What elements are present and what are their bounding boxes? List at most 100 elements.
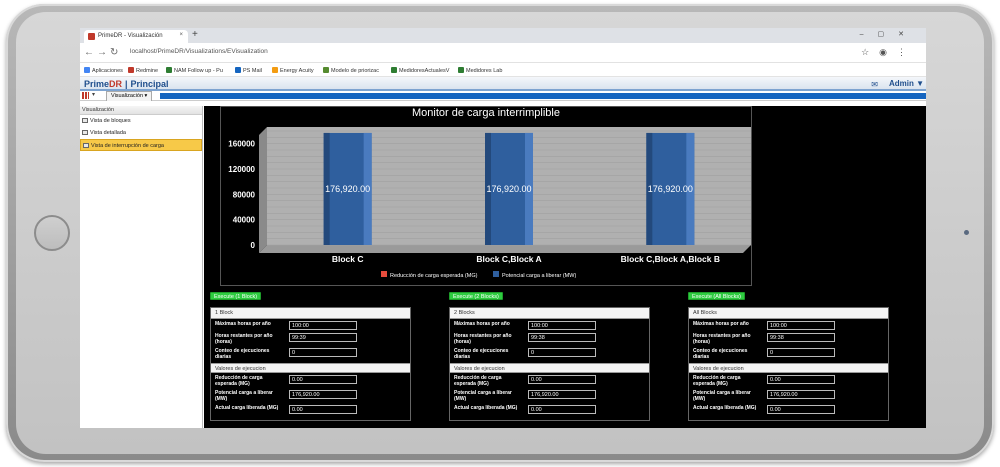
window-controls[interactable]: –▢✕ (860, 30, 918, 38)
address-bar: ← → ↻ localhost/PrimeDR/Visualizations/E… (80, 43, 926, 63)
sidebar-item-vista-bloques[interactable]: Vista de bloques (80, 115, 202, 127)
remaining-hours-row: Horas restantes por año (horas) 99:38 (689, 333, 888, 346)
reduction-field[interactable]: 0.00 (767, 375, 835, 384)
bar-data-label: 176,920.00 (325, 184, 370, 194)
remaining-hours-field[interactable]: 99:39 (289, 333, 357, 342)
browser-tab[interactable]: PrimeDR - Visualización × (84, 30, 188, 43)
bar-data-label: 176,920.00 (648, 184, 693, 194)
chevron-down-icon[interactable]: ▾ (92, 91, 95, 98)
remaining-hours-field[interactable]: 99:38 (528, 333, 596, 342)
bookmark-item[interactable]: Aplicaciones (84, 67, 123, 74)
bookmark-icon (391, 67, 397, 73)
bookmark-icon (323, 67, 329, 73)
legend-label: Potencial carga a liberar (MW) (502, 273, 576, 279)
y-tick-label: 40000 (233, 216, 256, 225)
sidebar-item-vista-detallada[interactable]: Vista detallada (80, 127, 202, 139)
reload-icon[interactable]: ↻ (110, 47, 118, 58)
legend-label: Reducción de carga esperada (MG) (390, 273, 478, 279)
bookmark-icon (458, 67, 464, 73)
app-header: PrimeDR | Principal ✉ Admin ▼ (80, 77, 926, 91)
x-category-label: Block C,Block A (476, 254, 541, 264)
actual-field[interactable]: 0.00 (767, 405, 835, 414)
reduction-field[interactable]: 0.00 (528, 375, 596, 384)
panel-card: All Blocks Máximas horas por año 100:00 H… (688, 307, 889, 421)
screen: PrimeDR - Visualización × + –▢✕ ← → ↻ lo… (80, 28, 926, 428)
actual-row: Actual carga liberada (MG) 0.00 (211, 405, 410, 418)
actual-field[interactable]: 0.00 (289, 405, 357, 414)
back-icon[interactable]: ← (84, 47, 94, 58)
browser-tab-bar: PrimeDR - Visualización × + –▢✕ (80, 28, 926, 43)
tab-visualizacion[interactable]: Visualización ▾ (106, 91, 153, 101)
reduction-row: Reducción de carga esperada (MG) 0.00 (211, 375, 410, 388)
bookmark-item[interactable]: Modelo de priorizac (323, 67, 379, 74)
chart-title: Monitor de carga interrimplible (412, 107, 560, 119)
potential-field[interactable]: 176,920.00 (289, 390, 357, 399)
potential-field[interactable]: 176,920.00 (767, 390, 835, 399)
exec-values-header: Valores de ejecucion (450, 363, 649, 373)
bookmark-item[interactable]: PS Mail (235, 67, 262, 74)
main-content: 0 40000 80000 120000 160000 176,920.00 Block C… (204, 106, 926, 428)
exec-count-field[interactable]: 0 (767, 348, 835, 357)
panel-card: 2 Blocks Máximas horas por año 100:00 Hor… (449, 307, 650, 421)
panel-header: 2 Blocks (450, 308, 649, 319)
mail-icon[interactable]: ✉ (871, 80, 878, 89)
plot-floor (259, 245, 751, 253)
execute-1-block-button[interactable]: Execute (1 Block) (210, 292, 262, 300)
reduction-row: Reducción de carga esperada (MG) 0.00 (689, 375, 888, 388)
apps-grid-icon[interactable] (82, 92, 89, 99)
user-menu[interactable]: Admin ▼ (889, 79, 924, 88)
new-tab-button[interactable]: + (192, 29, 198, 40)
legend-swatch (493, 271, 499, 277)
bookmark-item[interactable]: MedidoresActualesV (391, 67, 449, 74)
load-monitor-chart: 0 40000 80000 120000 160000 176,920.00 Block C… (220, 106, 752, 286)
potential-row: Potencial carga a liberar (MW) 176,920.00 (450, 390, 649, 403)
app-toolbar: ▾ Visualización ▾ (80, 91, 926, 101)
bookmark-icon (235, 67, 241, 73)
x-category-label: Block C,Block A,Block B (621, 254, 720, 264)
max-hours-field[interactable]: 100:00 (528, 321, 596, 330)
y-tick-label: 160000 (228, 140, 255, 149)
bookmark-star-icon[interactable]: ☆◉⋮ (861, 47, 916, 58)
remaining-hours-field[interactable]: 99:38 (767, 333, 835, 342)
favicon-icon (88, 33, 95, 40)
bookmark-icon (84, 67, 90, 73)
actual-field[interactable]: 0.00 (528, 405, 596, 414)
bookmark-item[interactable]: Redmine (128, 67, 158, 74)
potential-field[interactable]: 176,920.00 (528, 390, 596, 399)
execute-all-blocks-button[interactable]: Execute (All Blocks) (688, 292, 745, 300)
exec-count-field[interactable]: 0 (528, 348, 596, 357)
section-title: Principal (130, 79, 169, 89)
url-field[interactable]: localhost/PrimeDR/Visualizations/EVisual… (130, 48, 268, 55)
bookmark-item[interactable]: NAM Follow up - Pu (166, 67, 223, 74)
max-hours-row: Máximas horas por año 100:00 (450, 321, 649, 331)
bookmark-item[interactable]: Medidores Lab (458, 67, 502, 74)
exec-values-header: Valores de ejecucion (689, 363, 888, 373)
sidebar-item-vista-interrupcion[interactable]: Vista de interrupción de carga (80, 139, 202, 151)
forward-icon[interactable]: → (97, 47, 107, 58)
bookmark-icon (272, 67, 278, 73)
execute-2-blocks-button[interactable]: Execute (2 Blocks) (449, 292, 503, 300)
chart-svg: 0 40000 80000 120000 160000 176,920.00 Block C… (228, 127, 751, 279)
home-button[interactable] (34, 215, 70, 251)
potential-row: Potencial carga a liberar (MW) 176,920.00 (689, 390, 888, 403)
exec-count-row: Conteo de ejecuciones diarias 0 (689, 348, 888, 361)
remaining-hours-row: Horas restantes por año (horas) 99:39 (211, 333, 410, 346)
bar-data-label: 176,920.00 (486, 184, 531, 194)
reduction-field[interactable]: 0.00 (289, 375, 357, 384)
y-tick-label: 120000 (228, 165, 255, 174)
view-icon (83, 143, 89, 148)
exec-count-row: Conteo de ejecuciones diarias 0 (211, 348, 410, 361)
panel-header: All Blocks (689, 308, 888, 319)
exec-count-field[interactable]: 0 (289, 348, 357, 357)
app-brand[interactable]: PrimeDR | Principal (84, 79, 169, 89)
bookmark-item[interactable]: Energy Acuity (272, 67, 314, 74)
view-icon (82, 130, 88, 135)
y-tick-label: 80000 (233, 190, 256, 199)
max-hours-field[interactable]: 100:00 (289, 321, 357, 330)
max-hours-field[interactable]: 100:00 (767, 321, 835, 330)
legend-swatch (381, 271, 387, 277)
potential-row: Potencial carga a liberar (MW) 176,920.00 (211, 390, 410, 403)
plot-side-wall (259, 127, 267, 253)
panel-card: 1 Block Máximas horas por año 100:00 Hora… (210, 307, 411, 421)
close-tab-icon[interactable]: × (179, 32, 183, 38)
